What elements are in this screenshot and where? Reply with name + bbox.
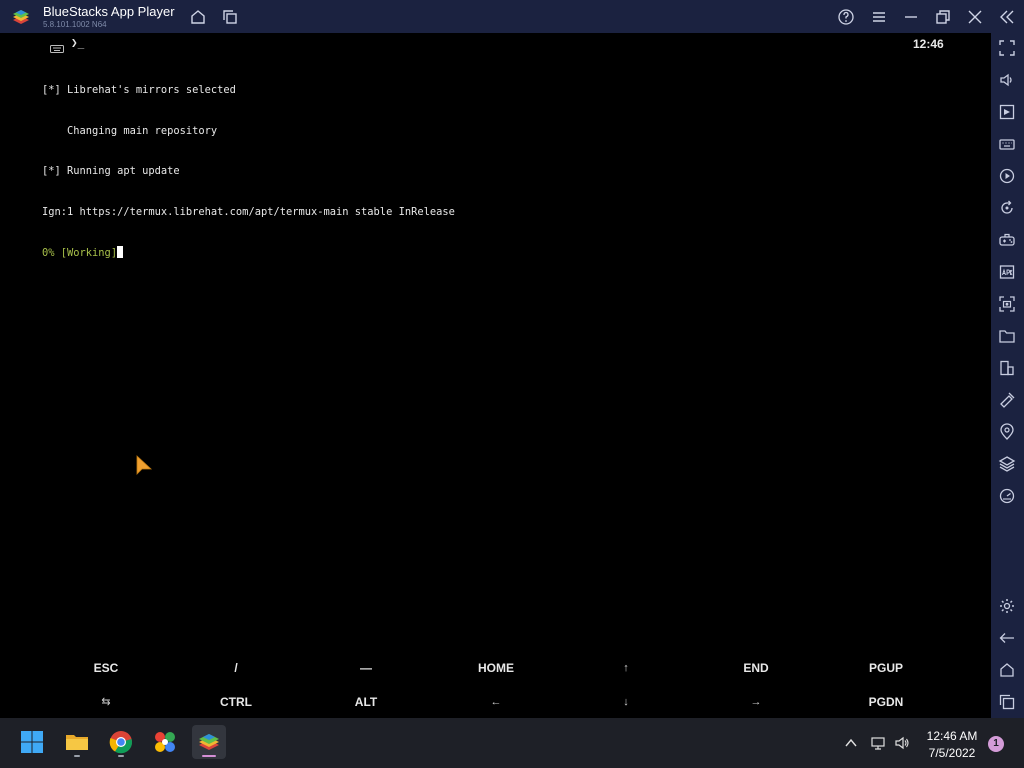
terminal-line: [*] Running apt update xyxy=(42,165,180,177)
termux-extra-keys: ESC / — HOME ↑ END PGUP ⇆ CTRL ALT ← ↓ →… xyxy=(41,651,951,719)
media-manager-icon[interactable] xyxy=(998,103,1016,121)
key-up[interactable]: ↑ xyxy=(561,651,691,685)
key-dash[interactable]: — xyxy=(301,651,431,685)
termux-status-icon: ❯_ xyxy=(71,36,85,49)
install-apk-icon[interactable] xyxy=(998,263,1016,281)
key-alt[interactable]: ALT xyxy=(301,685,431,719)
bluestacks-icon[interactable] xyxy=(192,725,226,759)
macro-record-icon[interactable] xyxy=(998,167,1016,185)
photos-icon[interactable] xyxy=(148,725,182,759)
back-icon[interactable] xyxy=(998,629,1016,647)
key-right[interactable]: → xyxy=(691,685,821,719)
terminal-line: Ign:1 https://termux.librehat.com/apt/te… xyxy=(42,205,455,218)
key-down[interactable]: ↓ xyxy=(561,685,691,719)
performance-icon[interactable] xyxy=(998,487,1016,505)
android-home-icon[interactable] xyxy=(998,661,1016,679)
layers-icon[interactable] xyxy=(998,455,1016,473)
android-status-time: 12:46 xyxy=(913,37,944,51)
bluestacks-logo-icon xyxy=(10,6,32,28)
close-icon[interactable] xyxy=(966,8,984,26)
key-left[interactable]: ← xyxy=(431,685,561,719)
screenshot-icon[interactable] xyxy=(998,295,1016,313)
windows-start-icon[interactable] xyxy=(15,725,49,759)
speaker-icon[interactable] xyxy=(894,735,910,751)
menu-icon[interactable] xyxy=(870,8,888,26)
window-titlebar: BlueStacks App Player 5.8.101.1002 N64 xyxy=(0,0,1024,33)
key-tab[interactable]: ⇆ xyxy=(41,685,171,719)
key-home[interactable]: HOME xyxy=(431,651,561,685)
terminal-output[interactable]: [*] Librehat's mirrors selected Changing… xyxy=(42,57,455,287)
fullscreen-icon[interactable] xyxy=(998,39,1016,57)
network-icon[interactable] xyxy=(870,735,886,751)
key-ctrl[interactable]: CTRL xyxy=(171,685,301,719)
key-end[interactable]: END xyxy=(691,651,821,685)
taskbar-clock-date[interactable]: 7/5/2022 xyxy=(918,746,986,760)
key-pgdn[interactable]: PGDN xyxy=(821,685,951,719)
eco-mode-icon[interactable] xyxy=(998,391,1016,409)
android-screen[interactable]: ❯_ 12:46 [*] Librehat's mirrors selected… xyxy=(0,33,991,718)
volume-icon[interactable] xyxy=(998,71,1016,89)
terminal-progress-line: 0% [Working] xyxy=(42,247,118,259)
window-title: BlueStacks App Player xyxy=(43,4,175,19)
chrome-icon[interactable] xyxy=(104,725,138,759)
show-hidden-icons-icon[interactable] xyxy=(843,735,859,751)
recent-apps-icon[interactable] xyxy=(998,693,1016,711)
terminal-line: [*] Librehat's mirrors selected xyxy=(42,84,236,96)
multi-instance-icon[interactable] xyxy=(998,359,1016,377)
multi-instance-icon[interactable] xyxy=(221,8,239,26)
keyboard-status-icon xyxy=(50,40,64,53)
rotate-icon[interactable] xyxy=(998,199,1016,217)
key-pgup[interactable]: PGUP xyxy=(821,651,951,685)
terminal-line: Changing main repository xyxy=(42,124,218,137)
windows-taskbar: 12:46 AM 7/5/2022 1 xyxy=(0,718,1024,768)
taskbar-clock-time[interactable]: 12:46 AM xyxy=(918,729,986,743)
terminal-cursor xyxy=(117,246,124,258)
mouse-pointer-icon xyxy=(136,455,154,479)
keyboard-icon[interactable] xyxy=(998,135,1016,153)
app-version: 5.8.101.1002 N64 xyxy=(43,20,107,29)
bluestacks-sidebar xyxy=(991,33,1024,718)
collapse-sidebar-icon[interactable] xyxy=(998,8,1016,26)
location-icon[interactable] xyxy=(998,423,1016,441)
key-esc[interactable]: ESC xyxy=(41,651,171,685)
key-slash[interactable]: / xyxy=(171,651,301,685)
folder-icon[interactable] xyxy=(998,327,1016,345)
gamepad-icon[interactable] xyxy=(998,231,1016,249)
restore-icon[interactable] xyxy=(934,8,952,26)
notification-badge[interactable]: 1 xyxy=(988,736,1004,752)
help-icon[interactable] xyxy=(837,8,855,26)
home-icon[interactable] xyxy=(189,8,207,26)
file-explorer-icon[interactable] xyxy=(60,725,94,759)
minimize-icon[interactable] xyxy=(902,8,920,26)
settings-icon[interactable] xyxy=(998,597,1016,615)
